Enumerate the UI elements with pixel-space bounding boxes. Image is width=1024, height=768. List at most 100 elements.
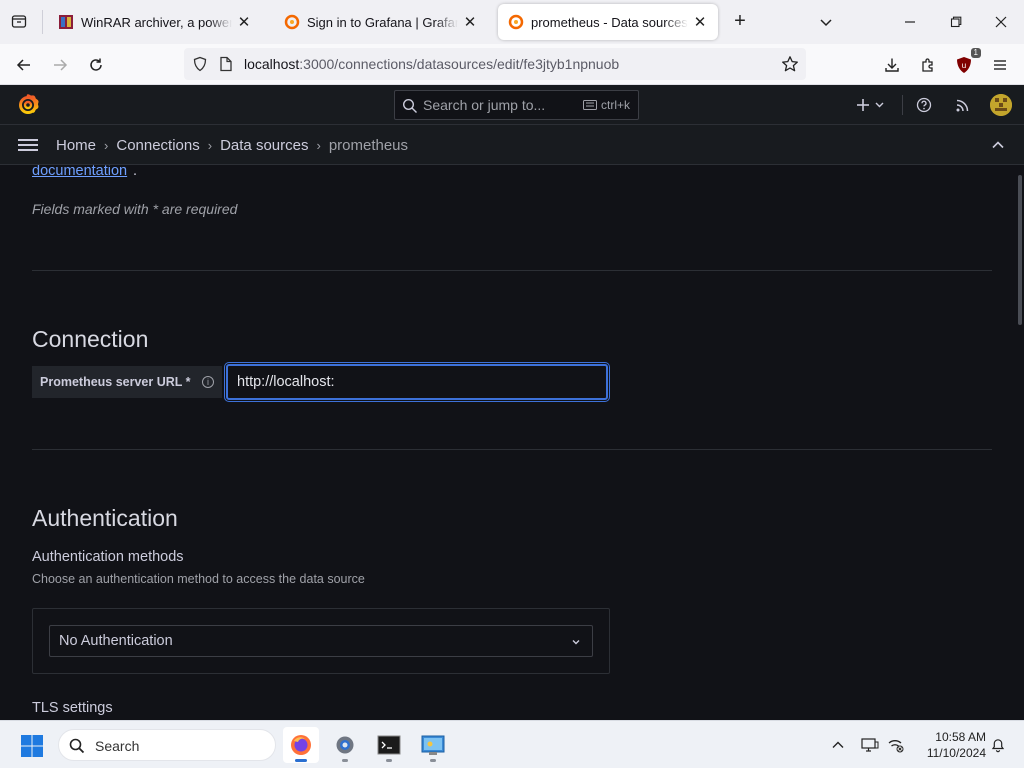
chevron-up-icon[interactable] bbox=[828, 735, 848, 755]
tracking-shield-icon[interactable] bbox=[190, 54, 210, 74]
browser-tab-strip: WinRAR archiver, a powerful to ✕ Sign in… bbox=[0, 0, 1024, 44]
clock-time: 10:58 AM bbox=[935, 730, 986, 744]
chevron-up-icon[interactable] bbox=[990, 137, 1006, 153]
menu-toggle-icon[interactable] bbox=[18, 136, 38, 152]
windows-taskbar: Search 10:58 AM 11/10/2024 bbox=[0, 720, 1024, 768]
add-new-icon[interactable] bbox=[856, 95, 886, 115]
info-icon[interactable]: i bbox=[202, 376, 214, 388]
clock-date: 11/10/2024 bbox=[926, 746, 986, 760]
tab-title: WinRAR archiver, a powerful to bbox=[81, 14, 232, 30]
browser-navbar: localhost:3000/connections/datasources/e… bbox=[0, 44, 1024, 85]
ublock-icon[interactable]: u 1 bbox=[952, 48, 981, 77]
control-panel-taskbar-icon[interactable] bbox=[415, 727, 451, 763]
breadcrumb-separator-icon: › bbox=[104, 138, 109, 153]
breadcrumb-separator-icon: › bbox=[207, 138, 213, 153]
search-shortcut: ctrl+k bbox=[582, 98, 630, 112]
tab-title: prometheus - Data sources - Co bbox=[531, 14, 688, 30]
keyboard-icon bbox=[582, 100, 597, 110]
required-fields-note: Fields marked with * are required bbox=[32, 201, 238, 217]
prometheus-url-label-text: Prometheus server URL * bbox=[40, 375, 191, 389]
winrar-icon bbox=[58, 14, 74, 30]
svg-text:u: u bbox=[962, 61, 966, 70]
close-window-icon[interactable] bbox=[989, 10, 1013, 34]
tab-title: Sign in to Grafana | Grafana doc bbox=[307, 14, 458, 30]
grafana-logo-icon[interactable] bbox=[16, 93, 40, 117]
downloads-icon[interactable] bbox=[880, 53, 904, 77]
notification-bell-icon[interactable] bbox=[988, 735, 1008, 755]
authentication-methods-label: Authentication methods bbox=[32, 549, 184, 565]
back-icon[interactable] bbox=[12, 53, 36, 77]
section-divider bbox=[32, 270, 992, 271]
search-icon bbox=[402, 98, 418, 114]
grafana-icon bbox=[508, 14, 524, 30]
bookmark-star-icon[interactable] bbox=[780, 54, 800, 74]
menu-icon[interactable] bbox=[988, 53, 1012, 77]
browser-tab-winrar[interactable]: WinRAR archiver, a powerful to ✕ bbox=[48, 4, 262, 40]
user-avatar[interactable] bbox=[990, 94, 1012, 116]
content-scrollbar[interactable] bbox=[1016, 165, 1024, 720]
ublock-count-badge: 1 bbox=[970, 48, 981, 58]
search-icon bbox=[69, 738, 85, 754]
taskbar-search-box[interactable]: Search bbox=[58, 729, 276, 761]
breadcrumb-bar: Home › Connections › Data sources › prom… bbox=[0, 125, 1024, 165]
search-placeholder: Search or jump to... bbox=[423, 97, 546, 113]
breadcrumb-data-sources[interactable]: Data sources bbox=[220, 137, 308, 154]
windows-start-icon[interactable] bbox=[20, 734, 44, 758]
prometheus-server-url-input[interactable] bbox=[226, 364, 608, 400]
grafana-icon bbox=[284, 14, 300, 30]
chevron-down-icon bbox=[570, 635, 582, 647]
shortcut-text: ctrl+k bbox=[600, 98, 630, 112]
prometheus-url-label: Prometheus server URL * i bbox=[32, 366, 222, 398]
authentication-method-select[interactable]: No Authentication bbox=[49, 625, 593, 657]
url-host: localhost bbox=[244, 56, 300, 72]
forward-icon[interactable] bbox=[48, 53, 72, 77]
display-icon[interactable] bbox=[860, 735, 880, 755]
grafana-top-bar: Search or jump to... ctrl+k bbox=[0, 85, 1024, 125]
documentation-suffix: . bbox=[133, 165, 138, 179]
close-tab-icon[interactable]: ✕ bbox=[692, 14, 708, 31]
browser-tab-prometheus[interactable]: prometheus - Data sources - Co ✕ bbox=[498, 4, 718, 40]
restore-icon[interactable] bbox=[944, 10, 968, 34]
system-clock[interactable]: 10:58 AM 11/10/2024 bbox=[914, 729, 986, 761]
authentication-method-panel: No Authentication bbox=[32, 608, 610, 674]
running-indicator bbox=[430, 759, 436, 762]
url-text: localhost:3000/connections/datasources/e… bbox=[244, 56, 619, 72]
taskbar-search-label: Search bbox=[95, 738, 140, 754]
browser-tab-grafana-docs[interactable]: Sign in to Grafana | Grafana doc ✕ bbox=[274, 4, 488, 40]
topbar-divider bbox=[902, 95, 903, 115]
settings-taskbar-icon[interactable] bbox=[327, 727, 363, 763]
network-status-icon[interactable] bbox=[886, 735, 906, 755]
tab-separator bbox=[42, 10, 43, 34]
breadcrumb: Home › Connections › Data sources › prom… bbox=[56, 137, 408, 154]
scrollbar-thumb[interactable] bbox=[1018, 175, 1022, 325]
datasource-settings-content: documentation . Fields marked with * are… bbox=[0, 165, 1016, 720]
breadcrumb-home[interactable]: Home bbox=[56, 137, 96, 154]
reload-icon[interactable] bbox=[84, 53, 108, 77]
running-indicator bbox=[295, 759, 307, 762]
tls-settings-label: TLS settings bbox=[32, 700, 113, 716]
firefox-taskbar-icon[interactable] bbox=[283, 727, 319, 763]
new-tab-icon[interactable]: + bbox=[730, 11, 750, 32]
section-divider bbox=[32, 449, 992, 450]
breadcrumb-current: prometheus bbox=[328, 137, 409, 154]
authentication-method-value: No Authentication bbox=[59, 633, 173, 649]
page-icon[interactable] bbox=[216, 54, 236, 74]
minimize-icon[interactable] bbox=[898, 10, 922, 34]
documentation-link[interactable]: documentation bbox=[32, 165, 127, 179]
breadcrumb-separator-icon: › bbox=[316, 138, 321, 153]
connection-heading: Connection bbox=[32, 326, 149, 352]
running-indicator bbox=[386, 759, 392, 762]
tab-list-icon[interactable] bbox=[8, 10, 30, 32]
help-icon[interactable] bbox=[914, 95, 934, 115]
extensions-icon[interactable] bbox=[916, 53, 940, 77]
news-feed-icon[interactable] bbox=[953, 95, 973, 115]
search-or-jump-input[interactable]: Search or jump to... ctrl+k bbox=[394, 90, 639, 120]
chevron-down-icon[interactable] bbox=[816, 12, 836, 32]
terminal-taskbar-icon[interactable] bbox=[371, 727, 407, 763]
running-indicator bbox=[342, 759, 348, 762]
close-tab-icon[interactable]: ✕ bbox=[236, 14, 252, 31]
close-tab-icon[interactable]: ✕ bbox=[462, 14, 478, 31]
breadcrumb-connections[interactable]: Connections bbox=[116, 137, 199, 154]
authentication-heading: Authentication bbox=[32, 505, 178, 531]
address-bar[interactable]: localhost:3000/connections/datasources/e… bbox=[184, 48, 806, 80]
